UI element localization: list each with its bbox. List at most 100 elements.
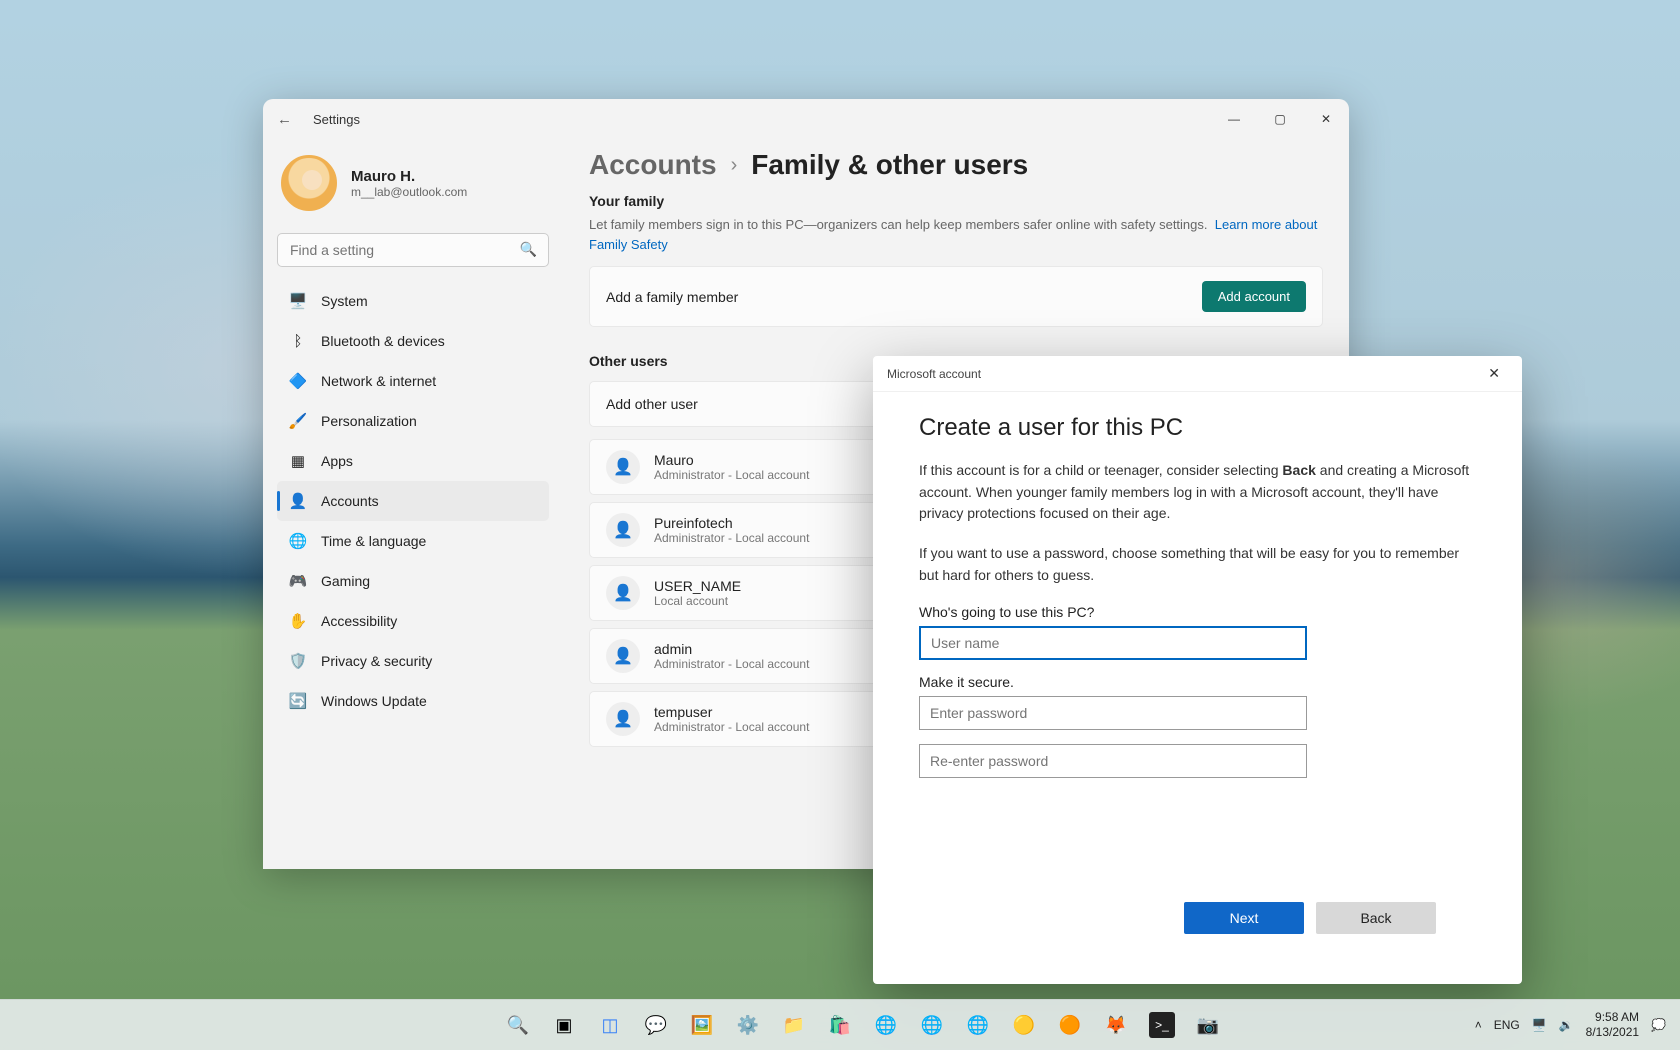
dialog-heading: Create a user for this PC [919,414,1476,442]
taskbar-search-icon[interactable]: 🔍 [498,1005,538,1045]
sidebar-item-label: Time & language [321,533,426,549]
sidebar-item-windows-update[interactable]: 🔄 Windows Update [277,681,549,721]
sidebar-item-apps[interactable]: ▦Apps [277,441,549,481]
breadcrumb-root[interactable]: Accounts [589,149,717,181]
canary-icon[interactable]: 🟠 [1050,1005,1090,1045]
firefox-icon[interactable]: 🦊 [1096,1005,1136,1045]
secure-label: Make it secure. [919,674,1476,690]
store-icon[interactable]: 🛍️ [820,1005,860,1045]
person-icon: 👤 [606,576,640,610]
user-row-name: Pureinfotech [654,515,809,531]
nav-icon: 🎮 [289,572,307,590]
person-icon: 👤 [606,639,640,673]
nav-icon: 🖌️ [289,412,307,430]
tray-network-icon[interactable]: 🖥️ [1532,1018,1547,1032]
tray-notifications-icon[interactable]: 💭 [1651,1018,1666,1032]
camera-icon[interactable]: 📷 [1188,1005,1228,1045]
nav-icon: ✋ [289,612,307,630]
user-block[interactable]: Mauro H. m__lab@outlook.com [277,149,549,227]
page-title: Family & other users [751,149,1028,181]
username-input[interactable] [919,626,1307,660]
taskbar: 🔍 ▣ ◫ 💬 🖼️ ⚙️ 📁 🛍️ 🌐 🌐 🌐 🟡 🟠 🦊 >_ 📷 ˄ EN… [0,999,1680,1050]
sidebar-item-label: Accounts [321,493,379,509]
chrome-icon[interactable]: 🟡 [1004,1005,1044,1045]
widgets-icon[interactable]: ◫ [590,1005,630,1045]
sidebar-item-network-internet[interactable]: 🔷 Network & internet [277,361,549,401]
user-display-name: Mauro H. [351,168,467,185]
user-row-role: Administrator - Local account [654,720,809,734]
edge-icon[interactable]: 🌐 [866,1005,906,1045]
nav-icon: ᛒ [289,332,307,350]
sidebar-item-personalization[interactable]: 🖌️ Personalization [277,401,549,441]
user-row-role: Administrator - Local account [654,531,809,545]
sidebar-item-label: Windows Update [321,693,427,709]
maximize-button[interactable]: ▢ [1257,99,1303,139]
start-button[interactable] [452,1005,492,1045]
add-account-button[interactable]: Add account [1202,281,1306,312]
sidebar-item-time-language[interactable]: 🌐Time & language [277,521,549,561]
user-row-role: Local account [654,594,741,608]
tray-clock[interactable]: 9:58 AM 8/13/2021 [1586,1010,1639,1040]
user-row-name: admin [654,641,809,657]
user-row-role: Administrator - Local account [654,657,809,671]
sidebar-item-bluetooth-devices[interactable]: ᛒ Bluetooth & devices [277,321,549,361]
user-row-role: Administrator - Local account [654,468,809,482]
edge-beta-icon[interactable]: 🌐 [912,1005,952,1045]
chat-icon[interactable]: 💬 [636,1005,676,1045]
sidebar-item-label: Bluetooth & devices [321,333,445,349]
tray-time: 9:58 AM [1595,1010,1639,1025]
photos-icon[interactable]: 🖼️ [682,1005,722,1045]
sidebar-item-label: Network & internet [321,373,436,389]
search-box[interactable]: 🔍 [277,233,549,267]
tray-chevron-icon[interactable]: ˄ [1475,1018,1482,1032]
next-button[interactable]: Next [1184,902,1304,934]
sidebar-item-system[interactable]: 🖥️ System [277,281,549,321]
window-title: Settings [313,112,360,127]
sidebar-item-accessibility[interactable]: ✋ Accessibility [277,601,549,641]
search-icon: 🔍 [520,241,537,258]
tray-volume-icon[interactable]: 🔉 [1559,1018,1574,1032]
nav-list: 🖥️ System ᛒ Bluetooth & devices 🔷 Network & i… [277,281,549,721]
dialog-titlebar: Microsoft account ✕ [873,356,1522,392]
titlebar: ← Settings — ▢ ✕ [263,99,1349,139]
sidebar-item-label: Accessibility [321,613,397,629]
task-view-icon[interactable]: ▣ [544,1005,584,1045]
add-other-user-label: Add other user [606,396,698,412]
sidebar-item-label: Personalization [321,413,417,429]
sidebar-item-gaming[interactable]: 🎮Gaming [277,561,549,601]
minimize-button[interactable]: — [1211,99,1257,139]
sidebar-item-label: Privacy & security [321,653,432,669]
password-confirm-input[interactable] [919,744,1307,778]
back-button[interactable]: ← [277,111,307,128]
back-dialog-button[interactable]: Back [1316,902,1436,934]
edge-dev-icon[interactable]: 🌐 [958,1005,998,1045]
person-icon: 👤 [606,513,640,547]
tray-language[interactable]: ENG [1494,1018,1520,1032]
your-family-description: Let family members sign in to this PC—or… [589,215,1323,254]
create-user-dialog: Microsoft account ✕ Create a user for th… [873,356,1522,984]
search-input[interactable] [277,233,549,267]
avatar [281,155,337,211]
file-explorer-icon[interactable]: 📁 [774,1005,814,1045]
close-button[interactable]: ✕ [1303,99,1349,139]
nav-icon: 👤 [289,492,307,510]
settings-taskbar-icon[interactable]: ⚙️ [728,1005,768,1045]
add-family-label: Add a family member [606,289,738,305]
nav-icon: 🔷 [289,372,307,390]
nav-icon: ▦ [289,452,307,470]
dialog-title: Microsoft account [887,367,981,381]
user-email: m__lab@outlook.com [351,185,467,199]
dialog-close-button[interactable]: ✕ [1480,361,1508,386]
dialog-paragraph-2: If you want to use a password, choose so… [919,543,1476,586]
chevron-right-icon: › [731,154,738,177]
password-input[interactable] [919,696,1307,730]
nav-icon: 🛡️ [289,652,307,670]
user-row-name: USER_NAME [654,578,741,594]
sidebar-item-privacy-security[interactable]: 🛡️ Privacy & security [277,641,549,681]
sidebar-item-accounts[interactable]: 👤 Accounts [277,481,549,521]
nav-icon: 🔄 [289,692,307,710]
terminal-icon[interactable]: >_ [1142,1005,1182,1045]
sidebar-item-label: System [321,293,368,309]
user-row-name: tempuser [654,704,809,720]
nav-icon: 🖥️ [289,292,307,310]
